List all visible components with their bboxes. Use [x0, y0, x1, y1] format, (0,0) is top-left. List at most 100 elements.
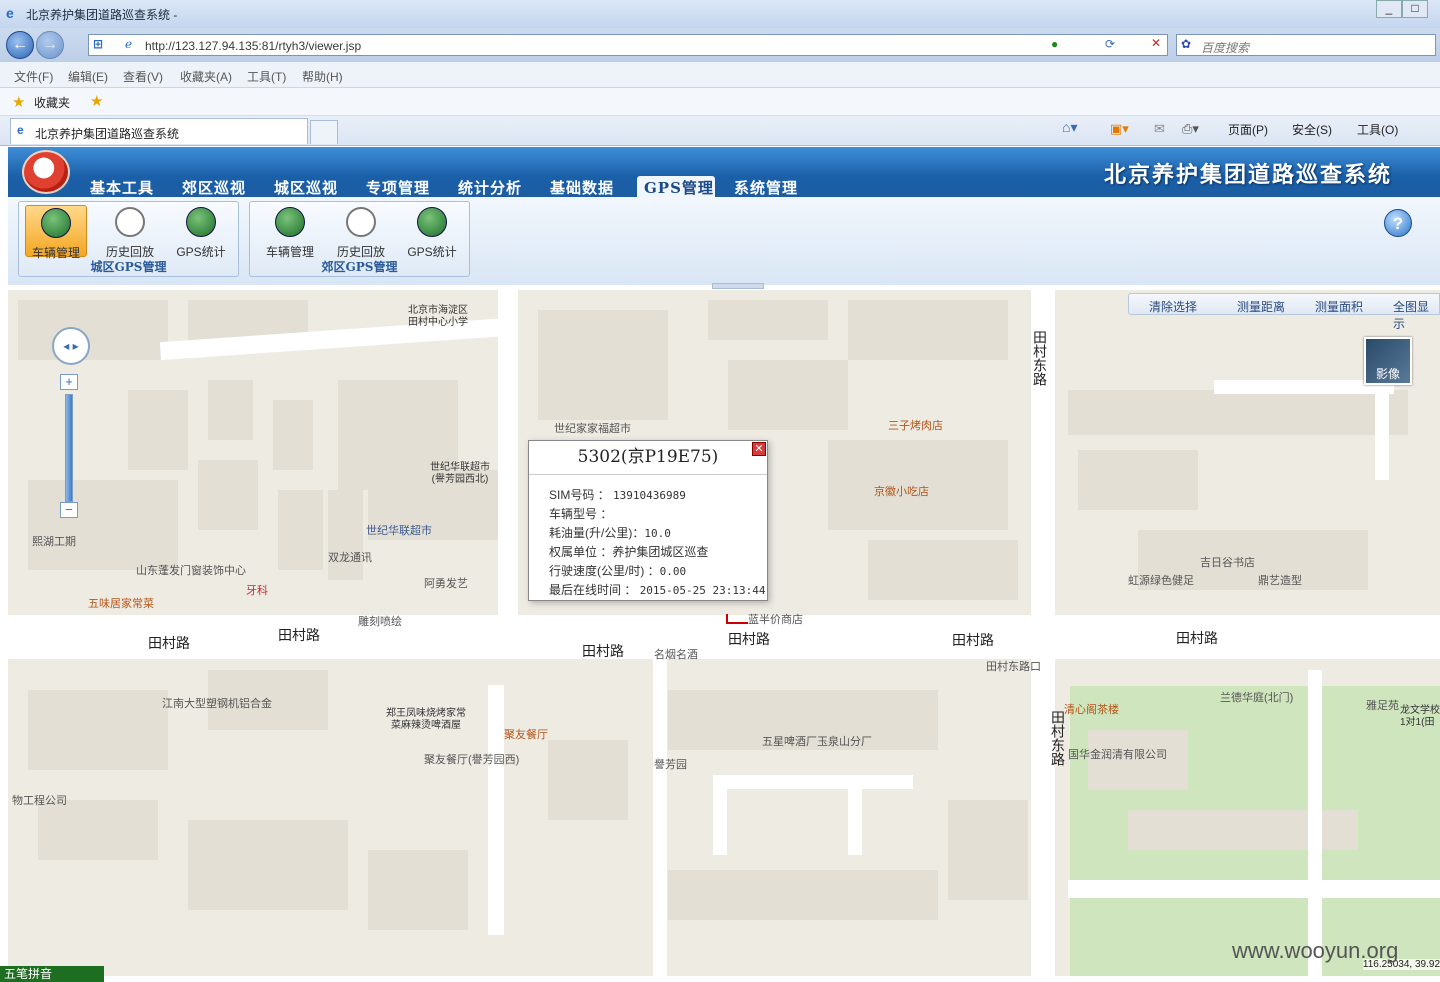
poi-label: 聚友餐厅 [504, 729, 548, 741]
ie-logo-icon: e [6, 5, 14, 21]
menu-file[interactable]: 文件(F) [14, 68, 53, 85]
url-text: http://123.127.94.135:81/rtyh3/viewer.js… [145, 39, 362, 53]
menu-favorites[interactable]: 收藏夹(A) [180, 68, 232, 85]
row-label: SIM号码 ： [549, 488, 610, 502]
poi-label: 国华金润清有限公司 [1068, 749, 1167, 761]
poi-label: 五星啤酒厂玉泉山分厂 [762, 736, 872, 748]
menu-help[interactable]: 帮助(H) [302, 68, 343, 85]
minimize-button[interactable]: _ [1376, 0, 1402, 18]
button-label: 车辆管理 [265, 245, 314, 259]
row-label: 耗油量(升/公里)： [549, 526, 645, 540]
print-icon[interactable]: ⎙▾ [1182, 121, 1199, 137]
tools-menu[interactable]: 工具(O) [1357, 121, 1398, 138]
button-label: 历史回放 [336, 245, 385, 259]
search-field[interactable]: ✿ 百度搜索 [1176, 34, 1436, 56]
nav-urban-patrol[interactable]: 城区巡视 [274, 177, 338, 198]
poi-label: 山东蓬发门窗装饰中心 [136, 565, 246, 577]
app-title: 北京养护集团道路巡查系统 [1104, 162, 1393, 188]
suburban-history-playback-button[interactable]: 历史回放 [330, 205, 392, 259]
menu-view[interactable]: 查看(V) [123, 68, 163, 85]
satellite-label: 影像 [1375, 367, 1400, 381]
road-label: 田村东路 [1032, 330, 1048, 386]
window-titlebar: e 北京养护集团道路巡查系统 - _ □ [0, 0, 1440, 28]
pan-control[interactable]: ◂ ▸ [52, 327, 90, 365]
full-extent-button[interactable]: 全图显示 [1393, 298, 1439, 332]
gps-stats-icon [417, 207, 447, 237]
nav-gps-management[interactable]: GPS管理 [644, 177, 714, 198]
poi-label: 双龙通讯 [328, 552, 372, 564]
nav-suburban-patrol[interactable]: 郊区巡视 [182, 177, 246, 198]
zoom-in-button[interactable]: + [60, 374, 78, 390]
help-button[interactable]: ? [1384, 209, 1412, 237]
popup-row: 耗油量(升/公里)：10.0 [549, 524, 671, 541]
urban-gps-stats-button[interactable]: GPS统计 [170, 205, 232, 259]
addon-icon[interactable]: ● [1051, 37, 1058, 51]
vehicle-gps-icon [41, 208, 71, 238]
poi-label: 鼎艺造型 [1258, 575, 1302, 587]
compat-view-icon[interactable]: ⊞ [93, 37, 103, 51]
poi-label: 阿勇发艺 [424, 578, 468, 590]
maximize-button[interactable]: □ [1402, 0, 1428, 18]
road-label: 田村路 [1176, 630, 1218, 646]
menu-edit[interactable]: 编辑(E) [68, 68, 108, 85]
vehicle-marker[interactable] [726, 614, 748, 624]
popup-title: 5302(京P19E75) [529, 441, 767, 475]
clear-selection-button[interactable]: 清除选择 [1149, 298, 1197, 315]
page-menu[interactable]: 页面(P) [1228, 121, 1268, 138]
nav-basic-tools[interactable]: 基本工具 [90, 177, 154, 198]
popup-close-button[interactable]: ✕ [752, 442, 766, 456]
nav-special-management[interactable]: 专项管理 [366, 177, 430, 198]
urban-vehicle-management-button[interactable]: 车辆管理 [25, 205, 87, 260]
popup-row: 车辆型号 ： [549, 505, 612, 522]
measure-area-button[interactable]: 测量面积 [1315, 298, 1363, 315]
map-toolbar: 清除选择 测量距离 测量面积 全图显示 [1128, 293, 1440, 331]
poi-label: 江南大型塑钢机铝合金 [162, 698, 272, 710]
road-label: 田村路 [148, 635, 190, 651]
zoom-out-button[interactable]: − [60, 502, 78, 518]
history-clock-icon [346, 207, 376, 237]
poi-label: 聚友餐厅(譽芳园西) [424, 754, 520, 766]
road-label: 田村路 [278, 627, 320, 643]
mail-icon[interactable]: ✉ [1154, 121, 1165, 137]
poi-label: 雕刻喷绘 [358, 616, 402, 628]
suburban-gps-stats-button[interactable]: GPS统计 [401, 205, 463, 259]
map-canvas[interactable]: 田村路 田村路 田村路 田村路 田村路 田村路 田村东路 田村东路 田村东路口 … [8, 290, 1440, 976]
popup-row: 行驶速度(公里/时) ：0.00 [549, 562, 686, 579]
row-value: 养护集团城区巡查 [612, 545, 709, 559]
url-field[interactable]: ⊞ ℯ http://123.127.94.135:81/rtyh3/viewe… [88, 34, 1168, 56]
browser-tab[interactable]: e 北京养护集团道路巡查系统 [10, 118, 308, 144]
favorites-button[interactable]: 收藏夹 [34, 94, 70, 111]
ime-status[interactable]: 五笔拼音 [0, 966, 104, 982]
forward-button[interactable]: → [36, 31, 64, 59]
zoom-slider[interactable] [65, 394, 73, 502]
menu-bar: 文件(F) 编辑(E) 查看(V) 收藏夹(A) 工具(T) 帮助(H) [0, 62, 1440, 88]
rss-icon[interactable]: ▣▾ [1110, 121, 1129, 137]
vehicle-gps-icon [275, 207, 305, 237]
menu-tools[interactable]: 工具(T) [247, 68, 286, 85]
suburban-vehicle-management-button[interactable]: 车辆管理 [259, 205, 321, 259]
vehicle-info-popup: 5302(京P19E75) SIM号码 ： 13910436989 车辆型号 ：… [528, 440, 768, 601]
new-tab-button[interactable] [310, 120, 338, 144]
safety-menu[interactable]: 安全(S) [1292, 121, 1332, 138]
satellite-toggle[interactable]: 影像 [1364, 337, 1412, 385]
history-clock-icon [115, 207, 145, 237]
measure-distance-button[interactable]: 测量距离 [1237, 298, 1285, 315]
row-value: 0.00 [659, 565, 687, 578]
nav-basic-data[interactable]: 基础数据 [550, 177, 614, 198]
poi-label: 熙湖工期 [32, 536, 76, 548]
ribbon-collapse-handle[interactable] [712, 283, 764, 289]
refresh-icon[interactable]: ⟳ [1105, 37, 1115, 51]
poi-label: 蓝半价商店 [748, 614, 803, 626]
poi-label: 北京市海淀区 田村中心小学 [408, 305, 468, 328]
stop-icon[interactable]: ✕ [1151, 36, 1161, 50]
nav-statistics[interactable]: 统计分析 [458, 177, 522, 198]
urban-history-playback-button[interactable]: 历史回放 [99, 205, 161, 259]
add-favorite-icon[interactable]: ★ [90, 92, 103, 110]
button-label: 车辆管理 [31, 246, 80, 260]
poi-label: 兰德华庭(北门) [1220, 692, 1294, 704]
gps-stats-icon [186, 207, 216, 237]
row-label: 行驶速度(公里/时) ： [549, 564, 660, 578]
back-button[interactable]: ← [6, 31, 34, 59]
home-icon[interactable]: ⌂▾ [1062, 119, 1077, 136]
nav-system-management[interactable]: 系统管理 [734, 177, 798, 198]
